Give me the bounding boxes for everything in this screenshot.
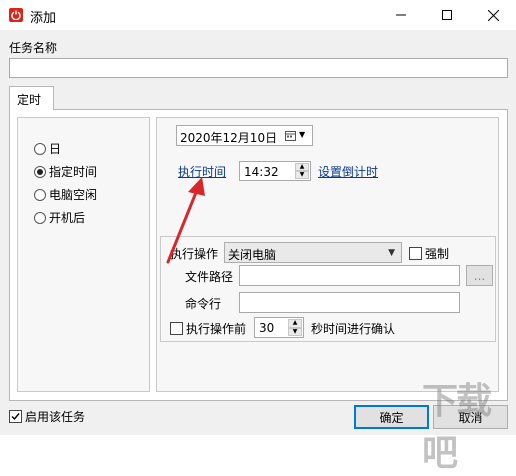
task-name-input[interactable] <box>9 58 508 78</box>
confirm-suffix-label: 秒时间进行确认 <box>311 322 396 336</box>
minimize-icon <box>396 14 406 16</box>
time-value: 14:32 <box>244 165 279 179</box>
minimize-button[interactable] <box>378 0 424 30</box>
radio-day[interactable]: 日 <box>34 140 61 157</box>
action-select[interactable]: 关闭电脑 ▼ <box>224 242 402 263</box>
checkbox-box <box>170 322 183 335</box>
watermark-logo: 下载吧 <box>422 381 492 474</box>
spin-down-icon[interactable]: ▼ <box>288 327 302 336</box>
maximize-icon <box>442 10 452 20</box>
window-title: 添加 <box>30 11 57 26</box>
action-label: 执行操作 <box>170 247 219 261</box>
date-picker[interactable]: 2020年12月10日 ▼ <box>176 125 313 146</box>
task-name-label: 任务名称 <box>9 41 58 55</box>
enable-task-checkbox[interactable]: 启用该任务 <box>9 408 85 425</box>
force-checkbox[interactable]: 强制 <box>409 245 449 262</box>
checkbox-box-checked <box>9 410 22 423</box>
schedule-mode-group <box>17 117 150 392</box>
tab-label: 定时 <box>17 93 42 107</box>
radio-circle <box>34 188 46 201</box>
confirm-before-checkbox[interactable]: 执行操作前 <box>170 320 246 337</box>
maximize-button[interactable] <box>424 0 470 30</box>
radio-label: 电脑空闲 <box>49 188 98 202</box>
radio-label: 开机后 <box>49 211 86 225</box>
action-selected-value: 关闭电脑 <box>228 248 277 262</box>
spin-down-icon[interactable]: ▼ <box>295 171 309 179</box>
execute-time-link[interactable]: 执行时间 <box>178 163 226 180</box>
radio-computer-idle[interactable]: 电脑空闲 <box>34 186 97 203</box>
enable-task-label: 启用该任务 <box>25 410 86 424</box>
checkmark-icon <box>11 413 20 421</box>
close-icon <box>487 9 499 21</box>
power-icon <box>9 8 23 22</box>
radio-after-boot[interactable]: 开机后 <box>34 209 85 226</box>
confirm-seconds-spinner[interactable]: 30 ▲ ▼ <box>254 317 304 338</box>
confirm-seconds-value: 30 <box>259 321 275 335</box>
spin-up-icon[interactable]: ▲ <box>288 319 302 328</box>
date-value: 2020年12月10日 <box>180 131 278 145</box>
radio-specified-time[interactable]: 指定时间 <box>34 163 97 180</box>
set-countdown-link[interactable]: 设置倒计时 <box>318 163 378 180</box>
calendar-icon <box>285 131 296 141</box>
force-label: 强制 <box>425 247 450 261</box>
radio-circle-selected <box>34 165 46 178</box>
spin-up-icon[interactable]: ▲ <box>295 163 309 171</box>
radio-circle <box>34 211 46 224</box>
chevron-down-icon: ▼ <box>299 130 306 139</box>
radio-label: 指定时间 <box>49 165 98 179</box>
title-bar: 添加 <box>0 0 516 30</box>
close-button[interactable] <box>470 0 516 30</box>
command-label: 命令行 <box>185 297 222 311</box>
radio-label: 日 <box>49 142 62 156</box>
tab-schedule[interactable]: 定时 <box>9 86 54 110</box>
ok-button[interactable]: 确定 <box>354 405 429 429</box>
checkbox-box <box>409 247 422 260</box>
chevron-down-icon: ▼ <box>388 248 395 258</box>
confirm-prefix-label: 执行操作前 <box>186 322 247 336</box>
file-path-input[interactable] <box>239 265 460 286</box>
command-input[interactable] <box>239 292 460 313</box>
file-path-label: 文件路径 <box>185 270 234 284</box>
browse-button[interactable]: ... <box>466 265 493 286</box>
time-spinner[interactable]: 14:32 ▲ ▼ <box>239 161 311 181</box>
radio-circle <box>34 142 46 155</box>
